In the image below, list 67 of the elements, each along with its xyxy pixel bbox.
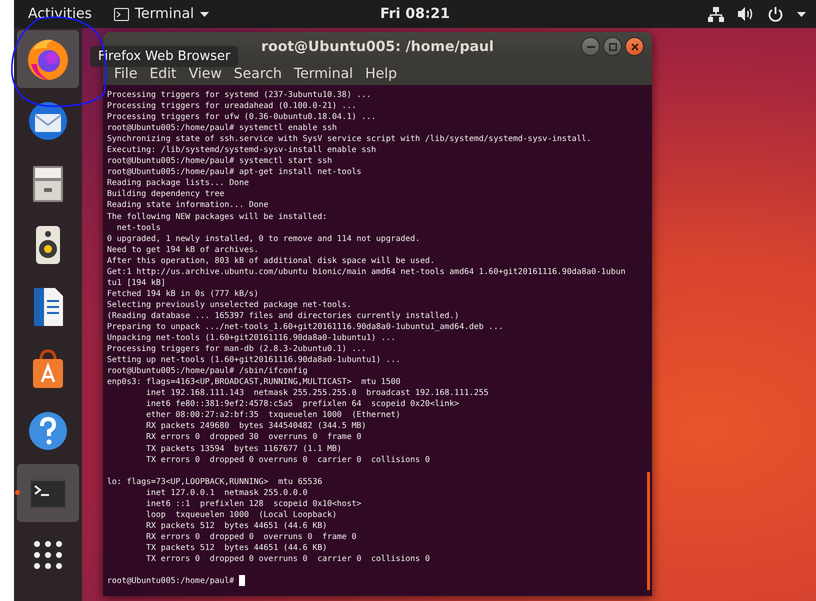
maximize-button[interactable] bbox=[603, 37, 622, 56]
terminal-line: ether 08:00:27:a2:bf:35 txqueuelen 1000 (Ethernet) bbox=[145, 409, 400, 420]
close-icon bbox=[630, 42, 638, 50]
terminal-line: Unpacking net-tools (1.60+git20161116.90da8a0-1ubuntu1) ... bbox=[107, 332, 396, 344]
terminal-line: 0 upgraded, 1 newly installed, 0 to remove and 114 not upgraded. bbox=[107, 232, 420, 244]
terminal-line: lo: flags=73<UP,LOOPBACK,RUNNING> mtu 65536 bbox=[107, 476, 322, 487]
menu-item[interactable]: Terminal bbox=[294, 66, 354, 82]
terminal-line: inet 192.168.111.143 netmask 255.255.255.0 broadcast 192.168.111.255 bbox=[145, 387, 489, 398]
terminal-line: (Reading database ... 165397 files and directories currently installed.) bbox=[107, 310, 460, 321]
terminal-line: Processing triggers for systemd (237-3ubuntu10.38) ... bbox=[107, 89, 372, 100]
terminal-line: The following NEW packages will be installed: bbox=[107, 210, 328, 222]
terminal-line: Executing: /lib/systemd/systemd-sysv-install enable ssh bbox=[107, 144, 376, 156]
terminal-line: Reading state information... Done bbox=[107, 199, 268, 211]
terminal-line: RX packets 249680 bytes 344540482 (344.5 MB) bbox=[145, 420, 366, 432]
menu-item[interactable]: Help bbox=[365, 66, 397, 82]
terminal-line: root@Ubuntu005:/home/paul# systemctl enable ssh bbox=[107, 122, 337, 134]
terminal-line: tu1 [194 kB] bbox=[107, 276, 166, 288]
terminal-line: root@Ubuntu005:/home/paul# apt-get install net-tools bbox=[107, 166, 362, 178]
caret-icon[interactable] bbox=[797, 12, 806, 16]
terminal-line: RX errors 0 dropped 0 overruns 0 frame 0 bbox=[145, 530, 356, 542]
terminal-line: TX errors 0 dropped 0 overruns 0 carrier 0 collisions 0 bbox=[145, 552, 430, 564]
app-grid-icon[interactable] bbox=[32, 539, 64, 571]
volume-icon[interactable] bbox=[738, 7, 754, 21]
terminal-line: Need to get 194 kB of archives. bbox=[107, 244, 259, 255]
terminal-line: Selecting previously unselected package net-tools. bbox=[107, 298, 352, 310]
terminal-line: root@Ubuntu005:/home/paul# /sbin/ifconfig bbox=[107, 365, 308, 376]
terminal-icon bbox=[114, 8, 129, 20]
terminal-line: Processing triggers for man-db (2.8.3-2ubuntu0.1) ... bbox=[107, 343, 366, 354]
menu-item[interactable]: View bbox=[188, 66, 222, 82]
terminal-line: net-tools bbox=[116, 222, 161, 233]
clock[interactable]: Fri 08:21 bbox=[380, 6, 450, 22]
close-button[interactable] bbox=[625, 37, 644, 56]
terminal-line: Preparing to unpack .../net-tools_1.60+git20161116.90da8a0-1ubuntu1_amd64.deb ... bbox=[107, 320, 504, 332]
terminal-line: TX errors 0 dropped 0 overruns 0 carrier 0 collisions 0 bbox=[145, 454, 430, 465]
terminal-line: TX packets 13594 bytes 1167677 (1.1 MB) bbox=[145, 442, 342, 454]
power-icon[interactable] bbox=[768, 6, 783, 22]
terminal-line: Setting up net-tools (1.60+git20161116.90da8a0-1ubuntu1) ... bbox=[107, 354, 400, 366]
terminal-line: inet6 ::1 prefixlen 128 scopeid 0x10<host> bbox=[145, 498, 362, 509]
terminal-line: Processing triggers for ureadahead (0.100.0-21) ... bbox=[107, 100, 356, 112]
terminal-line: Synchronizing state of ssh.service with SysV service script with /lib/systemd/systemd-sysv-install. bbox=[107, 133, 592, 144]
menu-item[interactable]: Search bbox=[234, 66, 282, 82]
terminal-line: Reading package lists... Done bbox=[107, 177, 249, 188]
scrollbar-thumb[interactable] bbox=[647, 472, 650, 590]
window-title: root@Ubuntu005: /home/paul bbox=[261, 39, 494, 55]
menu-item[interactable]: File bbox=[114, 66, 138, 82]
terminal-line: enp0s3: flags=4163<UP,BROADCAST,RUNNING,MULTICAST> mtu 1500 bbox=[107, 376, 400, 388]
terminal-line: inet6 fe80::381:9ef2:4578:c5a5 prefixlen 64 scopeid 0x20<link> bbox=[145, 398, 460, 410]
terminal-line: Processing triggers for ufw (0.36-0ubuntu0.18.04.1) ... bbox=[107, 111, 376, 122]
terminal-line: root@Ubuntu005:/home/paul# systemctl start ssh bbox=[107, 155, 332, 166]
terminal-line: Get:1 http://us.archive.ubuntu.com/ubuntu bionic/main amd64 net-tools amd64 1.60+git20161116.90da8a0-1ubun bbox=[107, 266, 626, 277]
activities-button[interactable]: Activities bbox=[28, 6, 92, 22]
terminal-line: root@Ubuntu005:/home/paul# bbox=[107, 575, 236, 586]
terminal-line: Fetched 194 kB in 0s (777 kB/s) bbox=[107, 288, 259, 299]
maximize-icon bbox=[608, 42, 616, 50]
terminal-line: inet 127.0.0.1 netmask 255.0.0.0 bbox=[145, 486, 308, 498]
caret-icon bbox=[200, 12, 210, 16]
terminal-line: RX packets 512 bytes 44651 (44.6 KB) bbox=[145, 520, 328, 531]
minimize-button[interactable] bbox=[581, 37, 600, 56]
terminal-line: Building dependency tree bbox=[107, 188, 224, 200]
terminal-line: loop txqueuelen 1000 (Local Loopback) bbox=[145, 508, 337, 520]
menu-item[interactable]: Edit bbox=[149, 66, 177, 82]
terminal-line: After this operation, 803 kB of additional disk space will be used. bbox=[107, 254, 435, 266]
network-icon[interactable] bbox=[708, 6, 724, 22]
terminal-line: RX errors 0 dropped 30 overruns 0 frame 0 bbox=[145, 431, 362, 442]
terminal-line: TX packets 512 bytes 44651 (44.6 KB) bbox=[145, 542, 328, 553]
minimize-icon bbox=[586, 46, 594, 48]
app-menu[interactable]: Terminal bbox=[114, 6, 210, 22]
